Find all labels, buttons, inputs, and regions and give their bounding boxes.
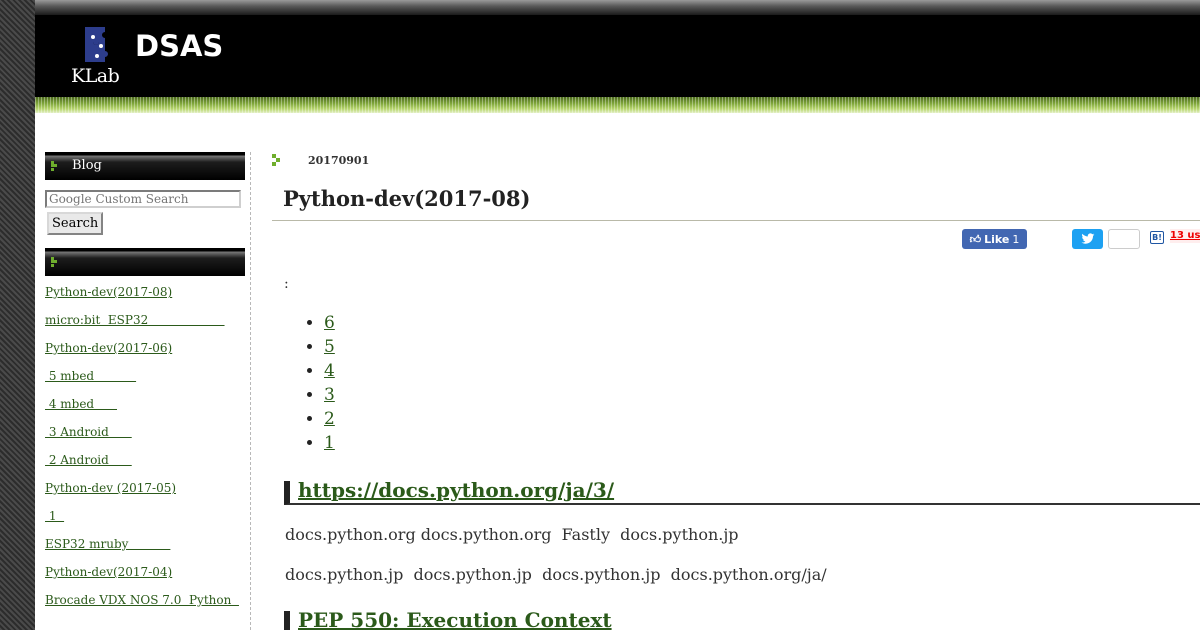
- list-item: 3: [324, 383, 335, 407]
- blog-box-header: Blog: [45, 152, 245, 180]
- fb-like-count: 1: [1012, 232, 1020, 246]
- toc-link[interactable]: 6: [324, 313, 335, 333]
- list-item: 2 Android: [45, 445, 245, 473]
- recent-posts-list: Python-dev(2017-08) micro:bit ESP32 Pyth…: [45, 277, 245, 613]
- facebook-like-button[interactable]: 👍︎ Like 1: [962, 229, 1027, 249]
- twitter-bird-icon: [1081, 233, 1094, 244]
- section-heading: https://docs.python.org/ja/3/: [284, 478, 1200, 505]
- list-item: 4 mbed: [45, 389, 245, 417]
- page: KLab DSAS Blog Search: [35, 0, 1200, 630]
- entry-date: 20170901: [308, 154, 370, 167]
- recent-posts-box: Python-dev(2017-08) micro:bit ESP32 Pyth…: [45, 248, 245, 613]
- blog-box-title: Blog: [72, 158, 102, 173]
- recent-box-header: [45, 248, 245, 276]
- toc-link[interactable]: 3: [324, 385, 335, 405]
- list-item: 4: [324, 359, 335, 383]
- arrow-icon: [51, 257, 61, 267]
- site-header: KLab DSAS: [35, 15, 1200, 97]
- toc-link[interactable]: 1: [324, 433, 335, 453]
- logo-text: KLab: [71, 65, 120, 87]
- recent-post-link[interactable]: Brocade VDX NOS 7.0 Python: [45, 593, 239, 607]
- recent-post-link[interactable]: Python-dev(2017-04): [45, 565, 172, 579]
- table-of-contents: 6 5 4 3 2 1: [304, 311, 335, 455]
- paragraph: docs.python.jp docs.python.jp docs.pytho…: [285, 565, 827, 584]
- list-item: 3 Android: [45, 417, 245, 445]
- list-item: Python-dev(2017-04): [45, 557, 245, 585]
- recent-post-link[interactable]: 1: [45, 509, 64, 523]
- title-rule: [272, 220, 1200, 221]
- twitter-share-button[interactable]: [1072, 229, 1103, 249]
- list-item: 5 mbed: [45, 361, 245, 389]
- klab-logo[interactable]: KLab: [71, 25, 131, 87]
- search-input[interactable]: [45, 190, 241, 208]
- recent-post-link[interactable]: Python-dev(2017-08): [45, 285, 172, 299]
- thumbs-up-icon: 👍︎: [969, 232, 982, 246]
- search-button[interactable]: Search: [47, 212, 104, 235]
- hatena-bookmark-count[interactable]: 13 users: [1170, 229, 1200, 243]
- section-heading-link[interactable]: PEP 550: Execution Context: [298, 608, 612, 630]
- sidebar-divider: [250, 152, 251, 630]
- list-item: 5: [324, 335, 335, 359]
- date-marker-icon: [272, 154, 282, 166]
- recent-post-link[interactable]: micro:bit ESP32: [45, 313, 225, 327]
- toc-link[interactable]: 4: [324, 361, 335, 381]
- section-heading: PEP 550: Execution Context: [284, 608, 1200, 630]
- recent-post-link[interactable]: 2 Android: [45, 453, 132, 467]
- twitter-count-box: [1108, 229, 1140, 249]
- toc-link[interactable]: 2: [324, 409, 335, 429]
- list-item: 2: [324, 407, 335, 431]
- list-item: 1: [45, 501, 245, 529]
- top-bar: [35, 0, 1200, 15]
- recent-post-link[interactable]: Python-dev (2017-05): [45, 481, 176, 495]
- entry-title: Python-dev(2017-08): [283, 186, 531, 211]
- list-item: micro:bit ESP32: [45, 305, 245, 333]
- paragraph: docs.python.org docs.python.org Fastly d…: [285, 525, 739, 544]
- recent-post-link[interactable]: ESP32 mruby: [45, 537, 170, 551]
- left-edge-pattern: [0, 0, 35, 630]
- hatena-bookmark-icon[interactable]: B!: [1150, 231, 1164, 244]
- list-item: Brocade VDX NOS 7.0 Python: [45, 585, 245, 613]
- section-heading-link[interactable]: https://docs.python.org/ja/3/: [298, 478, 614, 502]
- entry-intro: :: [284, 276, 289, 292]
- list-item: Python-dev (2017-05): [45, 473, 245, 501]
- header-green-band: [35, 97, 1200, 113]
- sidebar: Blog Search Python-dev(2017-08) micro:bi…: [45, 152, 245, 630]
- list-item: Python-dev(2017-06): [45, 333, 245, 361]
- toc-link[interactable]: 5: [324, 337, 335, 357]
- recent-post-link[interactable]: Python-dev(2017-06): [45, 341, 172, 355]
- recent-post-link[interactable]: 4 mbed: [45, 397, 117, 411]
- list-item: ESP32 mruby: [45, 529, 245, 557]
- recent-post-link[interactable]: 3 Android: [45, 425, 132, 439]
- list-item: 6: [324, 311, 335, 335]
- fb-like-label: Like: [984, 232, 1010, 246]
- arrow-icon: [51, 161, 61, 171]
- site-title[interactable]: DSAS: [135, 29, 223, 63]
- recent-post-link[interactable]: 5 mbed: [45, 369, 136, 383]
- list-item: 1: [324, 431, 335, 455]
- list-item: Python-dev(2017-08): [45, 277, 245, 305]
